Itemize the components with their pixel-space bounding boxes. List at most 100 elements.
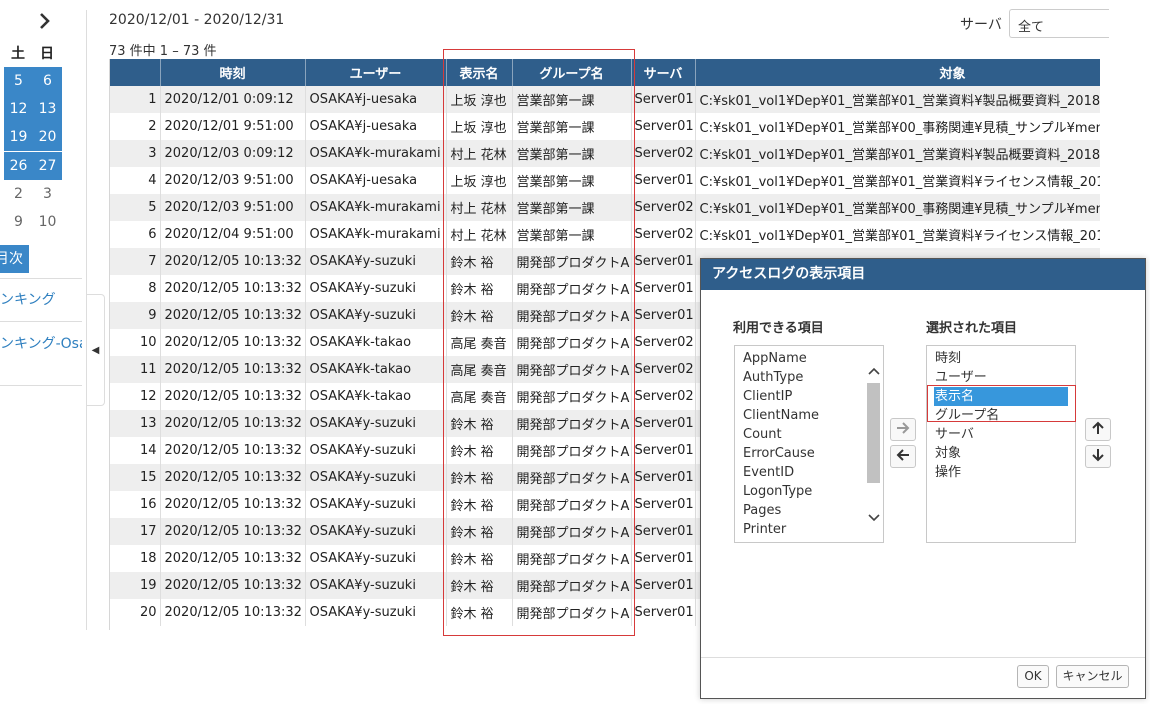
cancel-button[interactable]: キャンセル: [1056, 665, 1129, 688]
table-row[interactable]: 6 2020/12/04 9:51:00 OSAKA¥k-murakami 村上 花林…: [110, 221, 1100, 248]
ok-button[interactable]: OK: [1017, 665, 1049, 688]
calendar-day[interactable]: 5: [4, 67, 33, 95]
group-name-cell: 開発部プロダクトA: [512, 518, 632, 545]
display-items-dialog: アクセスログの表示項目 利用できる項目 選択された項目 AppName AuthT…: [700, 258, 1146, 699]
group-name-cell: 営業部第一課: [512, 221, 632, 248]
display-name-cell: 村上 花林: [446, 140, 513, 167]
column-header-group-name[interactable]: グループ名: [512, 59, 632, 86]
selected-items-list[interactable]: 時刻 ユーザー 表示名 グループ名 サーバ 対象 操作: [926, 345, 1076, 543]
calendar-day[interactable]: 19: [4, 123, 33, 151]
selected-list-item[interactable]: ユーザー: [927, 368, 1075, 387]
group-name-cell: 営業部第一課: [512, 140, 632, 167]
selected-list-item[interactable]: 対象: [927, 444, 1075, 463]
monthly-button[interactable]: 月次: [0, 245, 29, 273]
calendar-day[interactable]: 9: [4, 208, 33, 236]
date-range: 2020/12/01 - 2020/12/31: [109, 12, 285, 28]
group-name-cell: 開発部プロダクトA: [512, 383, 632, 410]
group-name-cell: 開発部プロダクトA: [512, 410, 632, 437]
sidebar-link-ranking-osaka[interactable]: ランキング-Osa: [0, 333, 82, 353]
calendar-day[interactable]: 20: [33, 123, 62, 151]
column-header-server[interactable]: サーバ: [631, 59, 696, 86]
calendar-day[interactable]: 13: [33, 95, 62, 123]
arrow-left-icon: [896, 448, 910, 465]
time-cell: 2020/12/03 9:51:00: [160, 194, 306, 221]
calendar-day[interactable]: 10: [33, 208, 62, 236]
table-row[interactable]: 4 2020/12/03 9:51:00 OSAKA¥j-uesaka 上坂 淳也 営業…: [110, 167, 1100, 194]
group-name-cell: 開発部プロダクトA: [512, 599, 632, 626]
server-filter-select[interactable]: 全て: [1009, 9, 1109, 38]
move-up-button[interactable]: [1085, 418, 1111, 441]
display-name-cell: 村上 花林: [446, 194, 513, 221]
user-cell: OSAKA¥j-uesaka: [305, 113, 447, 140]
group-name-cell: 開発部プロダクトA: [512, 572, 632, 599]
server-cell: Server02: [631, 356, 696, 383]
user-cell: OSAKA¥y-suzuki: [305, 545, 447, 572]
user-cell: OSAKA¥y-suzuki: [305, 275, 447, 302]
available-list-scrollbar[interactable]: [866, 350, 881, 537]
selected-list-item[interactable]: 時刻: [927, 349, 1075, 368]
time-cell: 2020/12/05 10:13:32: [160, 248, 306, 275]
server-cell: Server01: [631, 167, 696, 194]
server-cell: Server01: [631, 437, 696, 464]
time-cell: 2020/12/05 10:13:32: [160, 329, 306, 356]
divider: [0, 385, 82, 386]
server-cell: Server01: [631, 248, 696, 275]
add-item-button[interactable]: [890, 418, 916, 441]
column-header-user[interactable]: ユーザー: [305, 59, 447, 86]
user-cell: OSAKA¥k-takao: [305, 329, 447, 356]
row-index: 16: [110, 491, 161, 518]
scroll-up-icon[interactable]: [866, 363, 881, 379]
calendar-day[interactable]: 6: [33, 67, 62, 95]
move-down-button[interactable]: [1085, 445, 1111, 468]
time-cell: 2020/12/03 0:09:12: [160, 140, 306, 167]
column-header-time[interactable]: 時刻: [160, 59, 306, 86]
available-list-item[interactable]: ErrorCause: [735, 444, 883, 463]
column-header-index[interactable]: [110, 59, 161, 86]
user-cell: OSAKA¥j-uesaka: [305, 167, 447, 194]
next-month-chevron-icon[interactable]: [38, 12, 56, 32]
collapse-sidebar-button[interactable]: ◀: [87, 294, 105, 406]
table-header-row: 時刻 ユーザー 表示名 グループ名 サーバ 対象: [110, 59, 1100, 86]
available-list-item[interactable]: Printer: [735, 520, 883, 539]
server-cell: Server01: [631, 491, 696, 518]
table-row[interactable]: 2 2020/12/01 9:51:00 OSAKA¥j-uesaka 上坂 淳也 営業…: [110, 113, 1100, 140]
column-header-display-name[interactable]: 表示名: [446, 59, 513, 86]
available-list-item[interactable]: AuthType: [735, 368, 883, 387]
calendar-day[interactable]: 27: [33, 152, 62, 180]
selected-list-item[interactable]: 表示名: [934, 387, 1068, 406]
available-list-item[interactable]: EventID: [735, 463, 883, 482]
available-list-item[interactable]: Pages: [735, 501, 883, 520]
remove-item-button[interactable]: [890, 445, 916, 468]
arrow-right-icon: [896, 421, 910, 438]
selected-list-item[interactable]: 操作: [927, 463, 1075, 482]
row-index: 12: [110, 383, 161, 410]
display-name-cell: 鈴木 裕: [446, 410, 513, 437]
scroll-down-icon[interactable]: [866, 510, 881, 526]
group-name-cell: 開発部プロダクトA: [512, 464, 632, 491]
scrollbar-thumb[interactable]: [867, 383, 880, 483]
available-list-item[interactable]: ClientName: [735, 406, 883, 425]
table-row[interactable]: 3 2020/12/03 0:09:12 OSAKA¥k-murakami 村上 花林…: [110, 140, 1100, 167]
available-list-item[interactable]: ClientIP: [735, 387, 883, 406]
available-items-list[interactable]: AppName AuthType ClientIP ClientName Count Er…: [734, 345, 884, 543]
sidebar-link-ranking[interactable]: ランキング: [0, 289, 56, 309]
time-cell: 2020/12/05 10:13:32: [160, 599, 306, 626]
calendar-day[interactable]: 12: [4, 95, 33, 123]
table-row[interactable]: 1 2020/12/01 0:09:12 OSAKA¥j-uesaka 上坂 淳也 営業…: [110, 86, 1100, 113]
table-row[interactable]: 5 2020/12/03 9:51:00 OSAKA¥k-murakami 村上 花林…: [110, 194, 1100, 221]
calendar-day[interactable]: 26: [4, 152, 33, 180]
group-name-cell: 開発部プロダクトA: [512, 491, 632, 518]
available-list-item[interactable]: Count: [735, 425, 883, 444]
selected-list-item[interactable]: グループ名: [927, 406, 1075, 425]
available-list-item[interactable]: LogonType: [735, 482, 883, 501]
user-cell: OSAKA¥k-murakami: [305, 140, 447, 167]
row-index: 5: [110, 194, 161, 221]
available-list-item[interactable]: AppName: [735, 349, 883, 368]
time-cell: 2020/12/05 10:13:32: [160, 545, 306, 572]
calendar-day[interactable]: 2: [4, 180, 33, 208]
selected-list-item[interactable]: サーバ: [927, 425, 1075, 444]
row-index: 6: [110, 221, 161, 248]
target-cell: C:¥sk01_vol1¥Dep¥01_営業部¥01_営業資料¥ライセンス情報_…: [695, 167, 1100, 194]
column-header-target[interactable]: 対象: [695, 59, 1100, 86]
calendar-day[interactable]: 3: [33, 180, 62, 208]
